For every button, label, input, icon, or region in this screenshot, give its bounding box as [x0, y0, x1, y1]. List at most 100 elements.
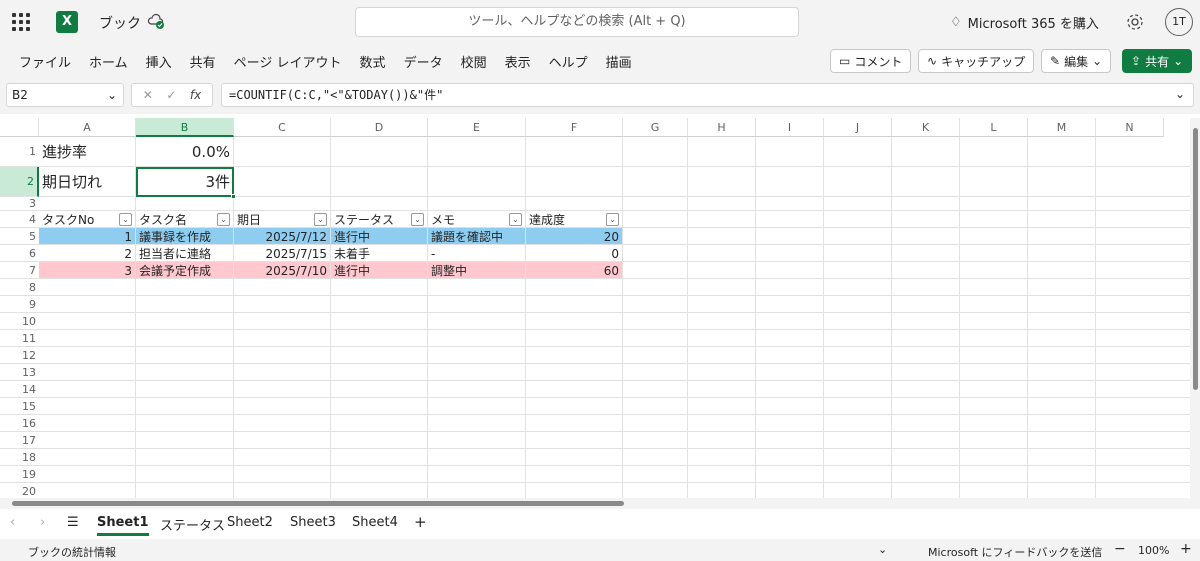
horizontal-scrollbar[interactable]: [0, 498, 1200, 509]
column-header[interactable]: L: [960, 118, 1028, 137]
edit-mode-button[interactable]: ✎ 編集 ⌄: [1041, 49, 1112, 73]
cell-f7[interactable]: 60: [529, 263, 619, 279]
feedback-link[interactable]: Microsoft にフィードバックを送信: [928, 544, 1102, 560]
sheet-tab[interactable]: Sheet3: [290, 515, 336, 530]
ribbon-tab[interactable]: ファイル: [10, 52, 80, 71]
comment-button[interactable]: ▭ コメント: [830, 49, 912, 73]
cell-b4[interactable]: タスク名: [139, 212, 215, 228]
cell-c7[interactable]: 2025/7/10: [237, 263, 327, 279]
cell-d6[interactable]: 未着手: [334, 246, 424, 262]
search-input[interactable]: ツール、ヘルプなどの検索 (Alt + Q): [355, 7, 799, 37]
sheet-tab[interactable]: ステータス: [160, 515, 225, 534]
filter-dropdown-button[interactable]: ⌄: [509, 213, 522, 226]
share-button[interactable]: ⇪ 共有 ⌄: [1122, 49, 1193, 73]
app-launcher-icon[interactable]: [12, 13, 30, 31]
cell-b5[interactable]: 議事録を作成: [139, 229, 230, 245]
cell-c5[interactable]: 2025/7/12: [237, 229, 327, 245]
row-header[interactable]: 15: [0, 398, 39, 415]
vertical-scrollbar[interactable]: [1190, 118, 1200, 498]
ribbon-tab[interactable]: ページ レイアウト: [225, 52, 351, 71]
chevron-right-icon[interactable]: ›: [40, 515, 45, 530]
column-header[interactable]: C: [234, 118, 331, 137]
cell-f4[interactable]: 達成度: [529, 212, 604, 228]
cell-e4[interactable]: メモ: [431, 212, 507, 228]
cell-d5[interactable]: 進行中: [334, 229, 424, 245]
formula-input[interactable]: =COUNTIF(C:C,"<"&TODAY())&"件": [221, 83, 1194, 107]
cell-b7[interactable]: 会議予定作成: [139, 263, 230, 279]
ribbon-tab[interactable]: 校閲: [452, 52, 496, 71]
row-header[interactable]: 3: [0, 197, 39, 211]
buy-microsoft-365-button[interactable]: ♢ Microsoft 365 を購入: [950, 13, 1099, 32]
cell-a4[interactable]: タスクNo: [42, 212, 117, 228]
add-sheet-button[interactable]: +: [414, 513, 427, 531]
filter-dropdown-button[interactable]: ⌄: [411, 213, 424, 226]
column-header[interactable]: H: [688, 118, 756, 137]
cell-c6[interactable]: 2025/7/15: [237, 246, 327, 262]
zoom-level[interactable]: 100%: [1138, 544, 1169, 557]
row-header[interactable]: 17: [0, 432, 39, 449]
ribbon-tab[interactable]: データ: [395, 52, 452, 71]
cell-e7[interactable]: 調整中: [431, 263, 522, 279]
cell-d7[interactable]: 進行中: [334, 263, 424, 279]
row-header[interactable]: 13: [0, 364, 39, 381]
cell-f5[interactable]: 20: [529, 229, 619, 245]
workbook-statistics[interactable]: ブックの統計情報: [28, 544, 116, 560]
filter-dropdown-button[interactable]: ⌄: [119, 213, 132, 226]
chevron-left-icon[interactable]: ‹: [10, 515, 15, 530]
avatar[interactable]: 1T: [1165, 8, 1193, 36]
spreadsheet-grid[interactable]: A B C D E F G H I J K L M N 1 2 3 4 5 6 7 8 9 10 11 12 13 14 15 16 17 1…: [0, 118, 1190, 498]
row-header[interactable]: 2: [0, 167, 39, 197]
cell-e5[interactable]: 議題を確認中: [431, 229, 522, 245]
column-header[interactable]: A: [39, 118, 136, 137]
cell-a2[interactable]: 期日切れ: [42, 173, 132, 191]
cancel-icon[interactable]: ✕: [143, 88, 153, 102]
row-header[interactable]: 20: [0, 483, 39, 498]
filter-dropdown-button[interactable]: ⌄: [217, 213, 230, 226]
cell-a7[interactable]: 3: [42, 263, 132, 279]
row-header[interactable]: 5: [0, 228, 39, 245]
ribbon-tab[interactable]: ホーム: [80, 52, 137, 71]
cell-a5[interactable]: 1: [42, 229, 132, 245]
name-box[interactable]: B2 ⌄: [6, 83, 124, 107]
ribbon-tab[interactable]: 数式: [351, 52, 395, 71]
row-header[interactable]: 8: [0, 279, 39, 296]
column-header[interactable]: F: [526, 118, 623, 137]
row-header[interactable]: 7: [0, 262, 39, 279]
function-icon[interactable]: fx: [190, 88, 201, 102]
select-all-corner[interactable]: [0, 118, 39, 137]
ribbon-tab[interactable]: 共有: [181, 52, 225, 71]
row-header[interactable]: 4: [0, 211, 39, 228]
cell-a1[interactable]: 進捗率: [42, 143, 132, 161]
filter-dropdown-button[interactable]: ⌄: [606, 213, 619, 226]
row-header[interactable]: 1: [0, 137, 39, 167]
vertical-scroll-thumb[interactable]: [1193, 128, 1198, 390]
cell-e6[interactable]: -: [431, 246, 522, 262]
column-header[interactable]: B: [136, 118, 234, 137]
column-header[interactable]: J: [824, 118, 892, 137]
ribbon-tab[interactable]: 描画: [597, 52, 641, 71]
column-header[interactable]: N: [1096, 118, 1164, 137]
cell-b1[interactable]: 0.0%: [139, 143, 230, 161]
column-header[interactable]: M: [1028, 118, 1096, 137]
sheet-tab[interactable]: Sheet1: [97, 515, 149, 536]
cell-b6[interactable]: 担当者に連絡: [139, 246, 230, 262]
ribbon-tab[interactable]: 挿入: [137, 52, 181, 71]
horizontal-scroll-thumb[interactable]: [12, 501, 624, 506]
column-header[interactable]: D: [331, 118, 428, 137]
zoom-out-button[interactable]: −: [1114, 541, 1126, 557]
row-header[interactable]: 9: [0, 296, 39, 313]
cell-c4[interactable]: 期日: [237, 212, 312, 228]
zoom-in-button[interactable]: +: [1180, 541, 1192, 557]
column-header[interactable]: E: [428, 118, 526, 137]
row-header[interactable]: 10: [0, 313, 39, 330]
sheet-tab[interactable]: Sheet2: [227, 515, 273, 530]
catchup-button[interactable]: ∿ キャッチアップ: [918, 49, 1035, 73]
row-header[interactable]: 11: [0, 330, 39, 347]
filter-dropdown-button[interactable]: ⌄: [314, 213, 327, 226]
all-sheets-menu-icon[interactable]: ☰: [67, 515, 79, 530]
gear-icon[interactable]: [1124, 11, 1146, 33]
row-header[interactable]: 12: [0, 347, 39, 364]
cell-d4[interactable]: ステータス: [334, 212, 409, 228]
expand-formula-chevron-icon[interactable]: ⌄: [1175, 87, 1185, 101]
row-header[interactable]: 6: [0, 245, 39, 262]
